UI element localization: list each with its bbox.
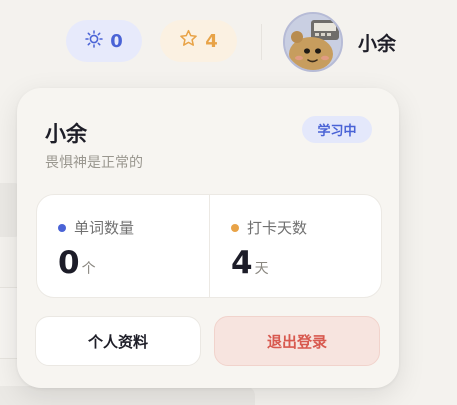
star-icon bbox=[179, 29, 198, 53]
stat-unit: 个 bbox=[81, 261, 96, 277]
profile-motto: 畏惧神是正常的 bbox=[45, 155, 143, 171]
profile-name: 小余 bbox=[45, 122, 87, 146]
stat-checkin-days: 打卡天数 4 天 bbox=[209, 195, 382, 297]
stat-label: 单词数量 bbox=[74, 219, 135, 237]
logout-button[interactable]: 退出登录 bbox=[214, 316, 380, 366]
avatar[interactable] bbox=[283, 12, 343, 72]
stat-value: 4 bbox=[231, 245, 253, 281]
status-badge: 学习中 bbox=[302, 116, 372, 143]
stat-word-count: 单词数量 0 个 bbox=[37, 195, 209, 297]
top-bar: 0 4 小余 bbox=[0, 0, 457, 86]
sun-count-pill[interactable]: 0 bbox=[66, 20, 142, 62]
divider bbox=[261, 24, 262, 60]
orange-dot-icon bbox=[231, 223, 239, 232]
background-panel bbox=[0, 386, 255, 405]
stat-label: 打卡天数 bbox=[247, 219, 308, 237]
profile-dropdown-card: 小余 畏惧神是正常的 学习中 单词数量 0 个 打卡天数 4 天 个人资料 退出… bbox=[17, 88, 399, 388]
sun-count: 0 bbox=[110, 30, 123, 52]
blue-dot-icon bbox=[58, 223, 66, 232]
stat-value: 0 bbox=[58, 245, 80, 281]
profile-button[interactable]: 个人资料 bbox=[35, 316, 201, 366]
sun-icon bbox=[85, 29, 103, 53]
stats-panel: 单词数量 0 个 打卡天数 4 天 bbox=[36, 194, 382, 298]
stat-unit: 天 bbox=[254, 261, 269, 277]
header-username[interactable]: 小余 bbox=[358, 29, 396, 56]
star-count-pill[interactable]: 4 bbox=[160, 20, 237, 62]
star-count: 4 bbox=[205, 30, 218, 52]
